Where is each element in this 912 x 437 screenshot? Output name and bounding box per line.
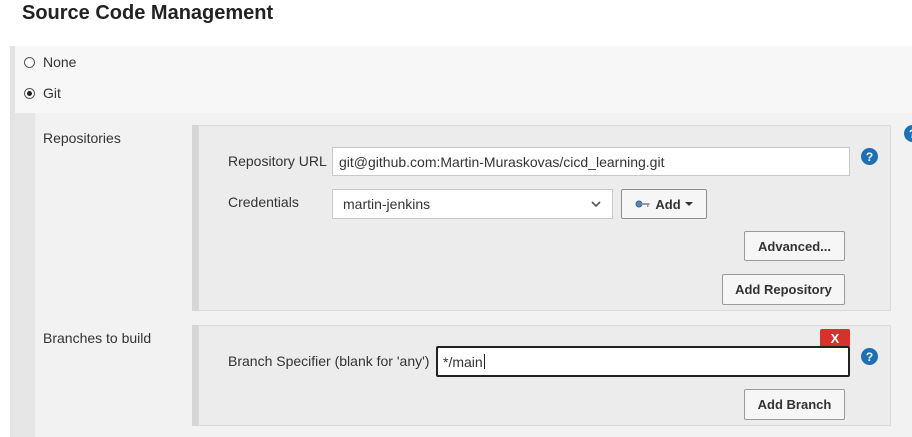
delete-branch-button[interactable]: X xyxy=(820,329,850,347)
radio-git[interactable] xyxy=(24,87,35,99)
branch-specifier-input[interactable]: */main xyxy=(436,346,850,377)
branches-to-build-label: Branches to build xyxy=(43,330,152,346)
radio-option-none[interactable]: None xyxy=(24,54,76,70)
branch-specifier-help-icon[interactable]: ? xyxy=(861,348,878,365)
branch-specifier-label: Branch Specifier (blank for 'any') xyxy=(228,353,430,369)
page-title: Source Code Management xyxy=(22,2,274,24)
add-credentials-button[interactable]: Add xyxy=(621,189,707,219)
caret-down-icon xyxy=(684,202,693,206)
git-indent-bar xyxy=(15,113,35,437)
credentials-label: Credentials xyxy=(228,194,299,210)
chevron-down-icon xyxy=(591,201,601,208)
branch-specifier-value: */main xyxy=(443,353,483,370)
key-icon xyxy=(635,200,650,208)
text-caret xyxy=(483,354,485,369)
radio-none-label: None xyxy=(43,54,77,70)
credentials-select[interactable]: martin-jenkins xyxy=(332,189,613,219)
advanced-button[interactable]: Advanced... xyxy=(744,231,845,261)
repository-url-help-icon[interactable]: ? xyxy=(861,148,878,165)
credentials-selected-value: martin-jenkins xyxy=(343,196,431,212)
radio-none[interactable] xyxy=(24,56,35,68)
repositories-label: Repositories xyxy=(43,130,121,146)
add-branch-button[interactable]: Add Branch xyxy=(744,389,845,420)
radio-git-label: Git xyxy=(43,85,61,101)
radio-option-git[interactable]: Git xyxy=(24,85,61,101)
repository-url-label: Repository URL xyxy=(228,153,327,169)
add-repository-button[interactable]: Add Repository xyxy=(722,274,845,305)
add-credentials-label: Add xyxy=(655,196,681,212)
repository-url-input[interactable]: git@github.com:Martin-Muraskovas/cicd_le… xyxy=(332,147,850,176)
